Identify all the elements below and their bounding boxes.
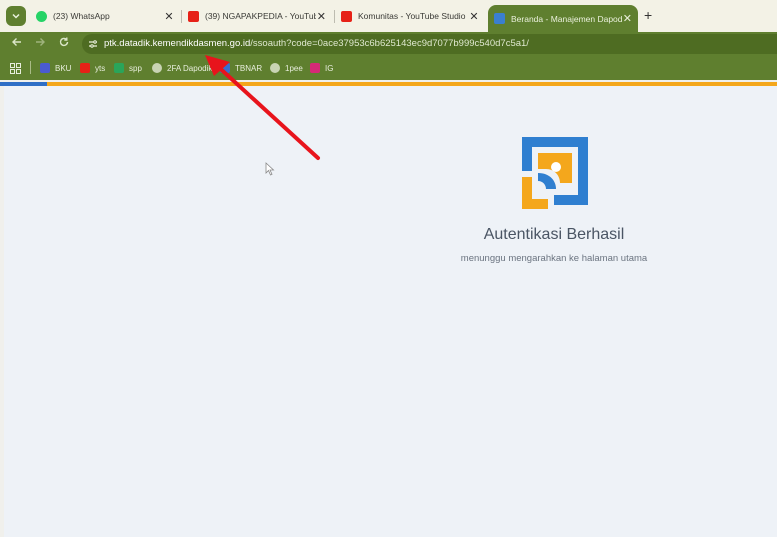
reload-button[interactable] xyxy=(56,36,72,52)
bookmark-tbnar[interactable]: TBNAR xyxy=(220,61,262,75)
bookmark-label: TBNAR xyxy=(235,63,263,73)
forward-button[interactable] xyxy=(32,36,48,52)
bookmark-2fa-dapodik[interactable]: 2FA Dapodik xyxy=(152,61,212,75)
dapodik-logo xyxy=(522,137,588,209)
instagram-icon xyxy=(310,63,320,73)
spp-icon xyxy=(114,63,124,73)
page-content: Autentikasi Berhasil menunggu mengarahka… xyxy=(4,86,777,537)
youtube-icon xyxy=(80,63,90,73)
tab-title: Komunitas - YouTube Studio xyxy=(358,11,466,21)
tab-strip: (23) WhatsApp ✕ (39) NGAPAKPEDIA - YouTu… xyxy=(0,0,777,33)
tab-search-button[interactable] xyxy=(6,6,26,26)
dapodik-icon xyxy=(494,13,505,24)
mouse-cursor-icon xyxy=(265,162,275,176)
tab-title: Beranda - Manajemen Dapodik xyxy=(511,13,622,24)
bookmark-spp[interactable]: spp xyxy=(114,61,142,75)
bookmark-label: spp xyxy=(129,63,142,73)
arrow-right-icon xyxy=(36,38,45,46)
youtube-icon xyxy=(188,10,199,22)
apps-grid-icon xyxy=(10,62,21,74)
bookmark-1pee[interactable]: 1pee xyxy=(270,61,303,75)
bookmark-label: 1pee xyxy=(285,63,303,73)
youtube-studio-icon xyxy=(341,10,352,22)
auth-success-title: Autentikasi Berhasil xyxy=(483,226,625,243)
reload-icon xyxy=(59,37,69,47)
close-icon[interactable]: ✕ xyxy=(316,10,327,23)
address-bar[interactable]: ptk.datadik.kemendikdasmen.go.id/ssoauth… xyxy=(82,34,777,54)
bookmarks-bar: BKU yts spp 2FA Dapodik TBNAR 1pee IG xyxy=(0,56,777,80)
bookmarks-separator xyxy=(30,61,31,74)
whatsapp-icon xyxy=(36,10,47,22)
bookmark-label: 2FA Dapodik xyxy=(167,63,213,73)
bookmark-ig[interactable]: IG xyxy=(310,61,333,75)
chevron-down-icon xyxy=(12,13,20,19)
arrow-left-icon xyxy=(12,38,21,46)
new-tab-button[interactable]: + xyxy=(644,7,652,23)
globe-icon xyxy=(270,63,280,73)
redirect-message: menunggu mengarahkan ke halaman utama xyxy=(460,253,648,264)
tab-whatsapp[interactable]: (23) WhatsApp ✕ xyxy=(30,5,180,27)
bookmark-label: yts xyxy=(95,63,106,73)
close-icon[interactable]: ✕ xyxy=(163,10,175,23)
bookmark-label: BKU xyxy=(55,63,72,73)
browser-toolbar: ptk.datadik.kemendikdasmen.go.id/ssoauth… xyxy=(0,32,777,56)
bku-icon xyxy=(40,63,50,73)
url-text[interactable]: ptk.datadik.kemendikdasmen.go.id/ssoauth… xyxy=(104,38,529,49)
tab-dapodik[interactable]: Beranda - Manajemen Dapodik ✕ xyxy=(488,5,638,32)
close-icon[interactable]: ✕ xyxy=(468,10,480,23)
tab-title: (23) WhatsApp xyxy=(53,11,110,21)
bookmark-bku[interactable]: BKU xyxy=(40,61,71,75)
bookmark-label: IG xyxy=(325,63,334,73)
close-icon[interactable]: ✕ xyxy=(622,12,633,25)
url-host: ptk.datadik.kemendikdasmen.go.id xyxy=(104,38,251,49)
globe-icon xyxy=(152,63,162,73)
site-settings-icon[interactable] xyxy=(88,39,98,49)
tab-title: (39) NGAPAKPEDIA - YouTube xyxy=(205,11,316,21)
back-button[interactable] xyxy=(9,36,25,52)
tab-ngapakpedia[interactable]: (39) NGAPAKPEDIA - YouTube ✕ xyxy=(182,5,332,27)
apps-button[interactable] xyxy=(10,61,21,75)
tab-youtube-studio[interactable]: Komunitas - YouTube Studio ✕ xyxy=(335,5,485,27)
url-path: /ssoauth?code=0ace37953c6b625143ec9d7077… xyxy=(250,38,529,49)
tbnar-icon xyxy=(220,63,230,73)
bookmark-yts[interactable]: yts xyxy=(80,61,105,75)
